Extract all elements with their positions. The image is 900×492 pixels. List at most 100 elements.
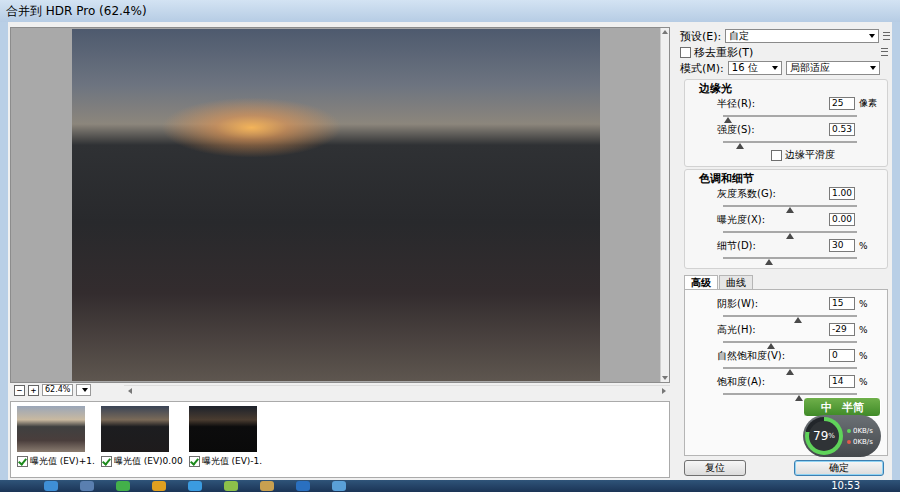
panel-menu-icon[interactable] (883, 32, 890, 40)
checkbox[interactable] (189, 456, 200, 467)
slider-thumb[interactable] (767, 343, 775, 349)
checkbox[interactable] (101, 456, 112, 467)
unit-label: % (855, 325, 887, 335)
tab[interactable]: 曲线 (719, 275, 753, 289)
slider-label: 曝光度(X): (717, 213, 829, 227)
slider-thumb[interactable] (786, 233, 794, 239)
vertical-scrollbar[interactable] (660, 28, 669, 382)
source-thumbnail[interactable] (17, 406, 85, 452)
value-field[interactable]: 30 (829, 239, 855, 252)
preview-canvas[interactable] (11, 28, 660, 382)
mode-label: 模式(M): (680, 61, 724, 76)
checkbox-row[interactable]: 边缘平滑度 (685, 148, 887, 162)
checkbox[interactable] (17, 456, 28, 467)
taskbar-app-icon[interactable] (116, 481, 130, 491)
taskbar-app-icon[interactable] (332, 481, 346, 491)
value-field[interactable]: 0.00 (829, 213, 855, 226)
checkbox[interactable] (771, 150, 782, 161)
horizontal-scrollbar[interactable] (124, 385, 670, 396)
zoom-dropdown[interactable] (76, 384, 91, 396)
taskbar-app-icon[interactable] (260, 481, 274, 491)
preset-label: 预设(E): (680, 29, 721, 44)
zoom-out-button[interactable]: − (14, 385, 25, 396)
slider-track[interactable] (723, 115, 857, 117)
dropdown[interactable]: 局部适应 (786, 61, 880, 75)
slider-line: 灰度系数(G):1.00 (685, 186, 887, 201)
scroll-down-icon[interactable] (662, 376, 668, 380)
value-field[interactable]: 0 (829, 349, 855, 362)
source-item[interactable]: 曝光值 (EV)0.00 (101, 406, 183, 473)
slider-track[interactable] (723, 141, 857, 143)
dropdown[interactable]: 16 位 (728, 61, 782, 75)
ime-status-badge[interactable]: 中半简 (803, 397, 881, 417)
slider-track[interactable] (723, 257, 857, 259)
scroll-left-icon[interactable] (128, 388, 132, 394)
upload-icon (847, 429, 851, 433)
unit-label: % (855, 377, 887, 387)
slider-label: 强度(S): (717, 123, 829, 137)
checkbox[interactable] (680, 47, 691, 58)
unit-label: % (855, 299, 887, 309)
source-label-row: 曝光值 (EV)-1. (189, 455, 263, 468)
value-field[interactable]: 0.53 (829, 123, 855, 136)
panel-menu-icon[interactable] (881, 48, 888, 56)
slider-track[interactable] (723, 393, 857, 395)
ok-button[interactable]: 确定 (794, 460, 884, 476)
slider-fill (723, 315, 798, 317)
slider-thumb[interactable] (765, 259, 773, 265)
taskbar: 10:53 (0, 480, 900, 492)
scroll-right-icon[interactable] (662, 388, 666, 394)
slider-row: 高光(H):-29% (685, 322, 887, 348)
taskbar-app-icon[interactable] (296, 481, 310, 491)
source-label: 曝光值 (EV)0.00 (114, 455, 183, 468)
remove-ghosts-label: 移去重影(T) (694, 45, 753, 60)
upload-rate: 0KB/s (847, 427, 873, 435)
clock[interactable]: 10:53 (831, 480, 900, 492)
slider-track[interactable] (723, 205, 857, 207)
tab[interactable]: 高级 (684, 275, 718, 289)
slider-track[interactable] (723, 231, 857, 233)
download-rate: 0KB/s (847, 438, 873, 446)
scroll-up-icon[interactable] (662, 30, 668, 34)
source-item[interactable]: 曝光值 (EV)+1. (17, 406, 95, 473)
slider-thumb[interactable] (786, 207, 794, 213)
group-title: 边缘光 (685, 82, 887, 96)
slider-track[interactable] (723, 341, 857, 343)
taskbar-app-icon[interactable] (44, 481, 58, 491)
value-field[interactable]: -29 (829, 323, 855, 336)
network-monitor[interactable]: 79% 0KB/s 0KB/s (803, 415, 881, 457)
zoom-in-button[interactable]: + (28, 385, 39, 396)
slider-row: 曝光度(X):0.00 (685, 212, 887, 238)
slider-thumb[interactable] (736, 143, 744, 149)
value-field[interactable]: 25 (829, 97, 855, 110)
taskbar-app-icon[interactable] (188, 481, 202, 491)
unit-label: % (855, 241, 887, 251)
value-field[interactable]: 1.00 (829, 187, 855, 200)
zoom-field[interactable]: 62.4% (42, 384, 73, 396)
slider-thumb[interactable] (794, 317, 802, 323)
usage-ring: 79% (805, 417, 843, 455)
preset-row: 预设(E): 自定 (678, 27, 890, 45)
source-item[interactable]: 曝光值 (EV)-1. (189, 406, 263, 473)
slider-thumb[interactable] (786, 369, 794, 375)
dropdown-arrow-icon (869, 34, 875, 38)
value-field[interactable]: 14 (829, 375, 855, 388)
slider-label: 高光(H): (717, 323, 829, 337)
slider-track[interactable] (723, 315, 857, 317)
source-thumbnail[interactable] (101, 406, 169, 452)
value-field[interactable]: 15 (829, 297, 855, 310)
taskbar-app-icon[interactable] (152, 481, 166, 491)
remove-ghosts-row[interactable]: 移去重影(T) (678, 45, 890, 59)
slider-label: 自然饱和度(V): (717, 349, 829, 363)
download-icon (847, 440, 851, 444)
dropdown[interactable]: 自定 (725, 29, 879, 43)
reset-button[interactable]: 复位 (684, 460, 746, 476)
taskbar-app-icon[interactable] (80, 481, 94, 491)
taskbar-app-icon[interactable] (224, 481, 238, 491)
slider-track[interactable] (723, 367, 857, 369)
source-label: 曝光值 (EV)-1. (202, 455, 263, 468)
slider-label: 半径(R): (717, 97, 829, 111)
slider-thumb[interactable] (724, 117, 732, 123)
dropdown-arrow-icon (82, 388, 88, 392)
source-thumbnail[interactable] (189, 406, 257, 452)
